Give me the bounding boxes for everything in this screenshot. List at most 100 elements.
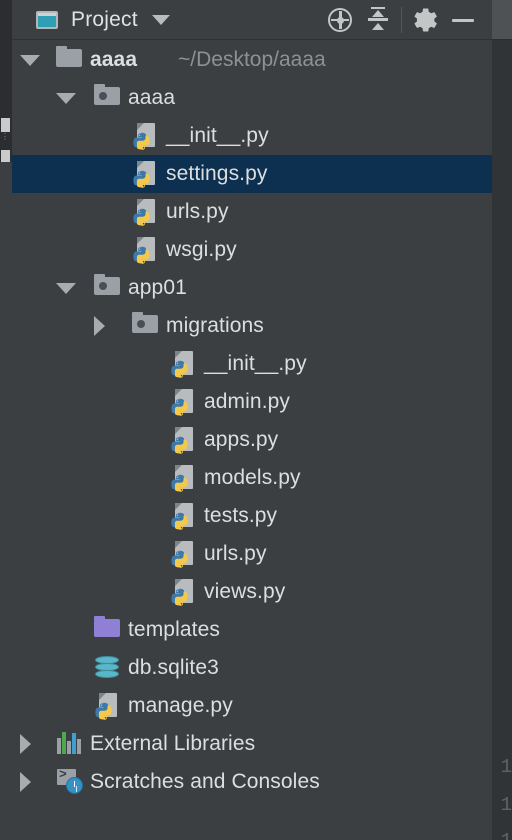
- tree-row[interactable]: urls.py: [12, 535, 492, 573]
- settings-button[interactable]: [406, 1, 444, 39]
- tree-row-label: apps.py: [204, 428, 279, 451]
- tree-row[interactable]: settings.py: [12, 155, 492, 193]
- rail-dots-icon: ⋮⋮: [1, 132, 17, 141]
- tree-row-label: __init__.py: [166, 124, 269, 147]
- tool-window-rail[interactable]: ⋮⋮: [0, 0, 17, 162]
- tree-row[interactable]: __init__.py: [12, 345, 492, 383]
- row-icon: [56, 767, 84, 796]
- tree-row[interactable]: tests.py: [12, 497, 492, 535]
- tree-row-label: __init__.py: [204, 352, 307, 375]
- tree-row[interactable]: manage.py: [12, 687, 492, 725]
- row-icon: [132, 236, 160, 264]
- package-folder-icon: [94, 84, 120, 105]
- project-tool-window: 1 1 1 ⋮⋮ Project: [0, 0, 512, 840]
- tree-row-label: manage.py: [128, 694, 233, 717]
- tree-row[interactable]: admin.py: [12, 383, 492, 421]
- rail-marker: [1, 118, 10, 132]
- chevron-down-icon[interactable]: [56, 93, 76, 104]
- python-file-icon: [132, 160, 162, 190]
- python-file-icon: [94, 692, 124, 722]
- tree-row[interactable]: models.py: [12, 459, 492, 497]
- row-icon: [170, 464, 198, 492]
- folder-icon: [56, 46, 82, 67]
- tree-row[interactable]: Scratches and Consoles: [12, 763, 492, 801]
- rail-marker: [1, 150, 10, 162]
- python-file-icon: [170, 350, 200, 380]
- tree-row-path: ~/Desktop/aaaa: [178, 48, 326, 71]
- tree-row[interactable]: app01: [12, 269, 492, 307]
- editor-area[interactable]: 1 1 1: [492, 0, 512, 840]
- package-folder-icon: [94, 274, 120, 295]
- tree-row-label: views.py: [204, 580, 286, 603]
- tree-row-label: app01: [128, 276, 187, 299]
- python-file-icon: [132, 236, 162, 266]
- row-icon: [94, 84, 122, 112]
- row-icon: [94, 692, 122, 720]
- tree-row[interactable]: aaaa ~/Desktop/aaaa: [12, 41, 492, 79]
- tree-row-label: settings.py: [166, 162, 268, 185]
- gear-icon: [412, 7, 438, 33]
- select-opened-file-button[interactable]: [321, 1, 359, 39]
- editor-line-number: 1: [501, 832, 512, 840]
- collapse-all-icon: [366, 6, 390, 33]
- tree-row[interactable]: templates: [12, 611, 492, 649]
- chevron-down-icon[interactable]: [56, 283, 76, 294]
- python-file-icon: [170, 464, 200, 494]
- collapse-all-button[interactable]: [359, 1, 397, 39]
- package-folder-icon: [132, 312, 158, 333]
- tree-row-label: urls.py: [204, 542, 267, 565]
- chevron-down-icon[interactable]: [20, 55, 40, 66]
- tree-row-label: aaaa: [128, 86, 176, 109]
- tree-row[interactable]: views.py: [12, 573, 492, 611]
- editor-tab-stub[interactable]: [492, 0, 512, 40]
- row-icon: [170, 540, 198, 568]
- python-file-icon: [170, 426, 200, 456]
- project-window-icon: [34, 9, 60, 31]
- scratches-icon: [56, 767, 84, 794]
- tree-row-label: Scratches and Consoles: [90, 770, 320, 793]
- editor-line-number: 1: [500, 794, 512, 816]
- row-icon: [56, 730, 84, 758]
- tree-row[interactable]: migrations: [12, 307, 492, 345]
- python-file-icon: [170, 502, 200, 532]
- row-icon: [170, 388, 198, 416]
- tree-row-label: templates: [128, 618, 220, 641]
- tool-window-header: Project: [12, 0, 492, 40]
- tree-row[interactable]: db.sqlite3: [12, 649, 492, 687]
- tree-row[interactable]: aaaa: [12, 79, 492, 117]
- row-icon: [94, 616, 122, 644]
- tree-row-label: wsgi.py: [166, 238, 237, 261]
- editor-gutter: [492, 0, 512, 840]
- tree-row[interactable]: apps.py: [12, 421, 492, 459]
- row-icon: [132, 160, 160, 188]
- tree-row-label: models.py: [204, 466, 301, 489]
- tree-row[interactable]: __init__.py: [12, 117, 492, 155]
- tree-row-label: db.sqlite3: [128, 656, 219, 679]
- templates-folder-icon: [94, 616, 120, 637]
- row-icon: [170, 502, 198, 530]
- tree-row-label: migrations: [166, 314, 264, 337]
- chevron-right-icon[interactable]: [20, 772, 31, 792]
- row-icon: [56, 46, 84, 74]
- python-file-icon: [170, 388, 200, 418]
- row-icon: [170, 578, 198, 606]
- python-file-icon: [132, 122, 162, 152]
- tree-row-label: External Libraries: [90, 732, 256, 755]
- chevron-right-icon[interactable]: [20, 734, 31, 754]
- crosshair-target-icon: [327, 7, 353, 33]
- chevron-right-icon[interactable]: [94, 316, 105, 336]
- editor-line-number: 1: [500, 756, 512, 778]
- page-title: Project: [71, 7, 138, 31]
- project-tree[interactable]: aaaa ~/Desktop/aaaa aaaa __init__.py setting…: [12, 41, 492, 840]
- tree-row[interactable]: urls.py: [12, 193, 492, 231]
- tree-row[interactable]: External Libraries: [12, 725, 492, 763]
- python-file-icon: [170, 540, 200, 570]
- external-libraries-icon: [56, 730, 82, 754]
- tree-row[interactable]: wsgi.py: [12, 231, 492, 269]
- row-icon: [170, 426, 198, 454]
- python-file-icon: [132, 198, 162, 228]
- hide-button[interactable]: [444, 1, 482, 39]
- row-icon: [132, 312, 160, 340]
- chevron-down-icon[interactable]: [151, 14, 170, 25]
- tree-row-label: admin.py: [204, 390, 291, 413]
